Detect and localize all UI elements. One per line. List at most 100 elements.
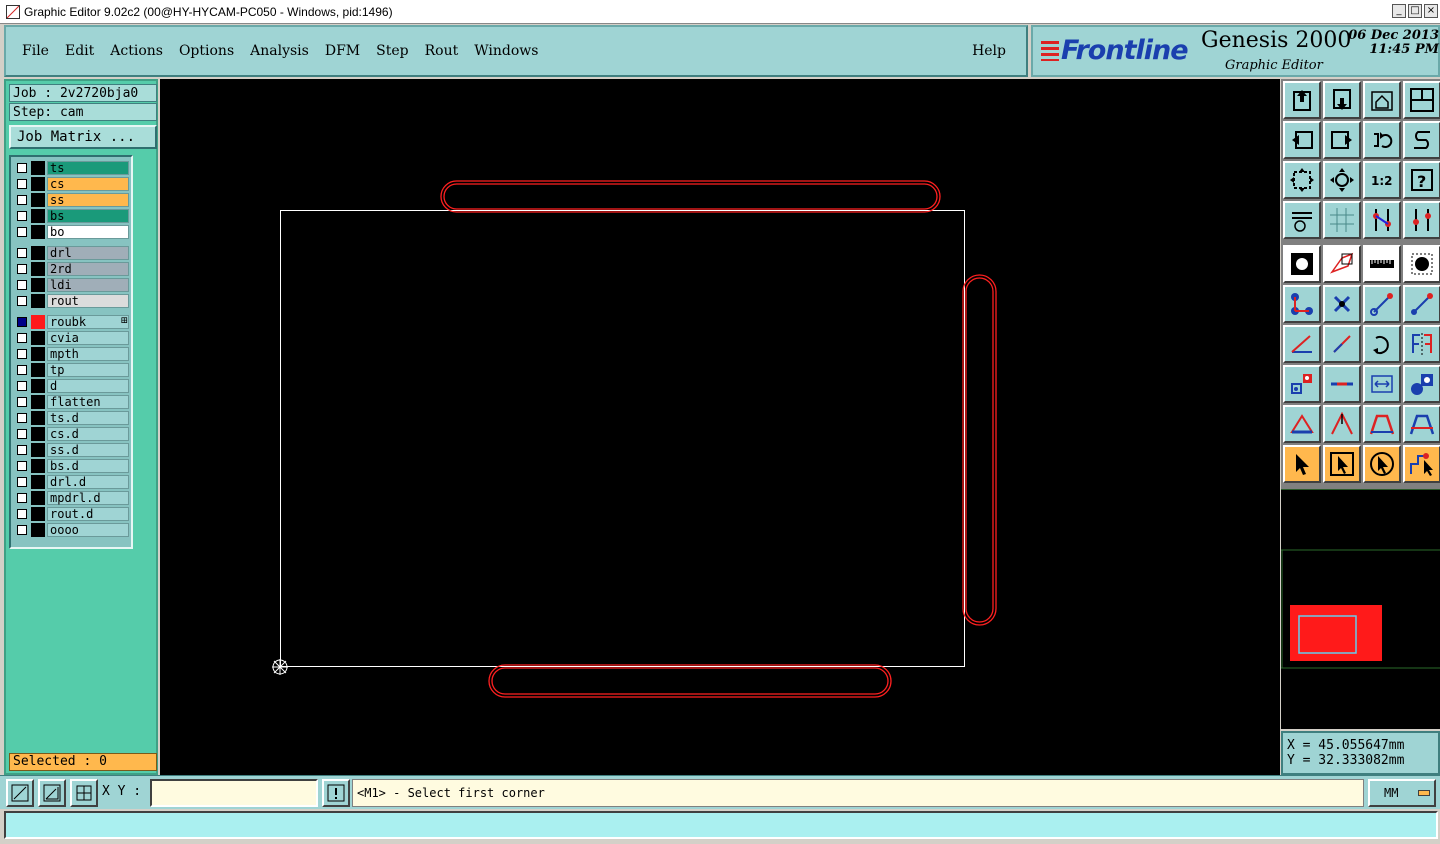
zoom-page-down-button[interactable]: [1323, 81, 1361, 119]
layer-color-swatch[interactable]: [31, 507, 45, 521]
layer-name[interactable]: 2rd: [47, 262, 129, 276]
layer-name[interactable]: bs: [47, 209, 129, 223]
crosshair-button[interactable]: [70, 779, 98, 807]
line-segment-button[interactable]: [1323, 365, 1361, 403]
layer-row[interactable]: bs.d: [13, 459, 129, 473]
layer-name[interactable]: cvia: [47, 331, 129, 345]
layer-name[interactable]: ss.d: [47, 443, 129, 457]
home-view-button[interactable]: [1363, 81, 1401, 119]
layer-name[interactable]: cs: [47, 177, 129, 191]
trapezoid-blue-button[interactable]: [1403, 405, 1440, 443]
layer-name[interactable]: ts: [47, 161, 129, 175]
pad-move-button[interactable]: [1283, 365, 1321, 403]
layer-color-swatch[interactable]: [31, 363, 45, 377]
menu-edit[interactable]: Edit: [57, 43, 102, 59]
layer-color-swatch[interactable]: [31, 411, 45, 425]
layer-checkbox[interactable]: [17, 365, 27, 375]
measure-button[interactable]: [1363, 365, 1401, 403]
graphic-canvas[interactable]: [160, 79, 1280, 775]
scale-1-2-button[interactable]: 1:2: [1363, 161, 1401, 199]
close-button[interactable]: ×: [1424, 4, 1438, 18]
layer-row[interactable]: rout: [13, 294, 129, 308]
layer-row[interactable]: bo: [13, 225, 129, 239]
line-add-button[interactable]: [1363, 285, 1401, 323]
layer-checkbox[interactable]: [17, 280, 27, 290]
layer-row[interactable]: drl: [13, 246, 129, 260]
circle-pad-button[interactable]: [1403, 245, 1440, 283]
layer-name[interactable]: bo: [47, 225, 129, 239]
layer-checkbox[interactable]: [17, 179, 27, 189]
layer-color-swatch[interactable]: [31, 177, 45, 191]
layer-checkbox[interactable]: [17, 227, 27, 237]
layer-row[interactable]: mpdrl.d: [13, 491, 129, 505]
layer-color-swatch[interactable]: [31, 523, 45, 537]
split-view-button[interactable]: [1403, 81, 1440, 119]
xy-input[interactable]: [150, 779, 318, 807]
layer-checkbox[interactable]: [17, 509, 27, 519]
triangle-fill-button[interactable]: [1283, 405, 1321, 443]
settings-palette-button[interactable]: [1283, 201, 1321, 239]
layer-checkbox[interactable]: [17, 163, 27, 173]
layer-row[interactable]: oooo: [13, 523, 129, 537]
layer-name[interactable]: tp: [47, 363, 129, 377]
pointer-path-button[interactable]: [1403, 445, 1440, 483]
layer-checkbox[interactable]: [17, 317, 27, 327]
pointer-circle-button[interactable]: [1363, 445, 1401, 483]
delete-cross-button[interactable]: [1323, 285, 1361, 323]
layer-checkbox[interactable]: [17, 195, 27, 205]
job-matrix-button[interactable]: Job Matrix ...: [9, 125, 157, 149]
layer-checkbox[interactable]: [17, 493, 27, 503]
layer-row[interactable]: 2rd: [13, 262, 129, 276]
layer-row[interactable]: ss.d: [13, 443, 129, 457]
layer-row[interactable]: cs: [13, 177, 129, 191]
mirror-button[interactable]: [1403, 325, 1440, 363]
execute-button[interactable]: [322, 779, 350, 807]
layer-checkbox[interactable]: [17, 525, 27, 535]
layer-checkbox[interactable]: [17, 397, 27, 407]
angle-line-button[interactable]: [1283, 325, 1321, 363]
layer-color-swatch[interactable]: [31, 193, 45, 207]
layer-name[interactable]: oooo: [47, 523, 129, 537]
layer-checkbox[interactable]: [17, 333, 27, 343]
pointer-button[interactable]: [1283, 445, 1321, 483]
layer-checkbox[interactable]: [17, 413, 27, 423]
layer-row[interactable]: ldi: [13, 278, 129, 292]
layer-checkbox[interactable]: [17, 445, 27, 455]
slot-bottom[interactable]: [488, 664, 892, 698]
layer-name[interactable]: d: [47, 379, 129, 393]
layer-row[interactable]: flatten: [13, 395, 129, 409]
layer-checkbox[interactable]: [17, 381, 27, 391]
layer-color-swatch[interactable]: [31, 225, 45, 239]
zoom-fit-button[interactable]: [1283, 161, 1321, 199]
surface-button[interactable]: [1323, 245, 1361, 283]
layer-color-swatch[interactable]: [31, 475, 45, 489]
layer-name[interactable]: cs.d: [47, 427, 129, 441]
grid-button[interactable]: [1323, 201, 1361, 239]
layer-name[interactable]: ts.d: [47, 411, 129, 425]
menu-step[interactable]: Step: [368, 43, 416, 59]
layer-row[interactable]: mpth: [13, 347, 129, 361]
layer-row[interactable]: drl.d: [13, 475, 129, 489]
layer-color-swatch[interactable]: [31, 427, 45, 441]
layer-row[interactable]: cvia: [13, 331, 129, 345]
layer-checkbox[interactable]: [17, 211, 27, 221]
minimize-button[interactable]: _: [1392, 4, 1406, 18]
layer-name[interactable]: ldi: [47, 278, 129, 292]
query-button[interactable]: ?: [1403, 161, 1440, 199]
menu-help[interactable]: Help: [964, 43, 1014, 59]
pointer-box-button[interactable]: [1323, 445, 1361, 483]
layer-checkbox[interactable]: [17, 296, 27, 306]
menu-rout[interactable]: Rout: [417, 43, 467, 59]
pan-right-button[interactable]: [1323, 121, 1361, 159]
angle-snap-button[interactable]: [38, 779, 66, 807]
layer-name[interactable]: mpdrl.d: [47, 491, 129, 505]
layer-color-swatch[interactable]: [31, 294, 45, 308]
layer-checkbox[interactable]: [17, 349, 27, 359]
layer-row[interactable]: tp: [13, 363, 129, 377]
slant-line-button[interactable]: [1323, 325, 1361, 363]
layer-row[interactable]: roubk ⊞: [13, 315, 129, 329]
maximize-button[interactable]: □: [1408, 4, 1422, 18]
layer-color-swatch[interactable]: [31, 161, 45, 175]
layer-row[interactable]: ss: [13, 193, 129, 207]
snap-off-button[interactable]: [1403, 201, 1440, 239]
